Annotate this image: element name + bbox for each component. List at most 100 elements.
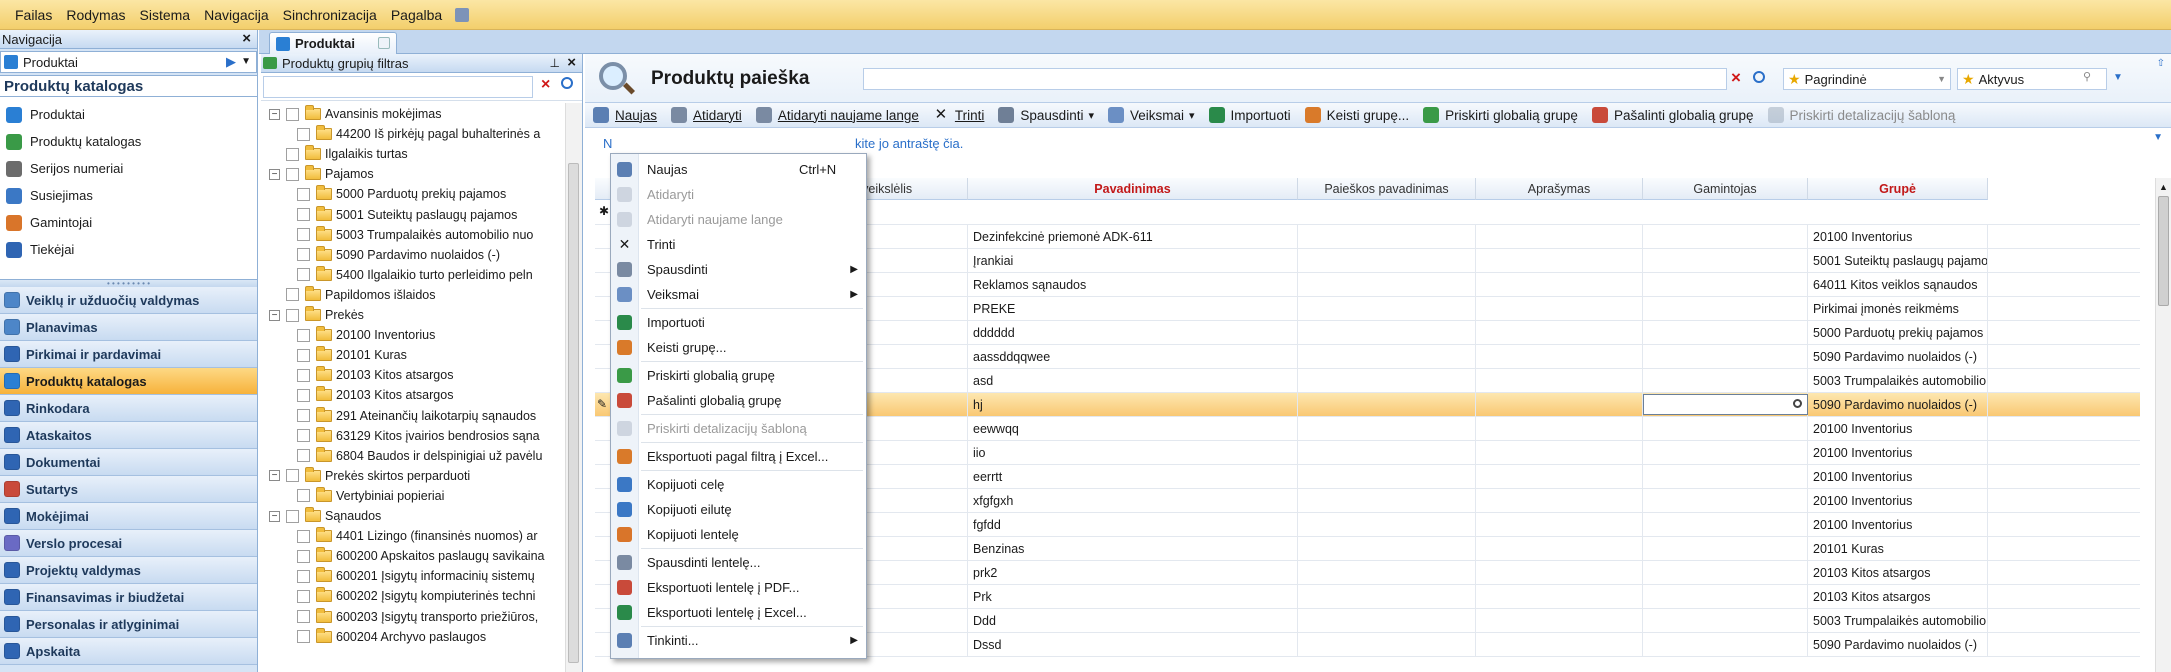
table-cell[interactable] [1298, 321, 1476, 345]
section-personalas-ir-atlyginimai[interactable]: Personalas ir atlyginimai [0, 611, 257, 638]
tree-node[interactable]: 5400 Ilgalaikio turto perleidimo peln [297, 265, 533, 285]
go-arrow-icon[interactable]: ▶ [226, 54, 236, 70]
mode-select[interactable]: ★ Pagrindinė ▼ [1783, 68, 1951, 90]
tree-checkbox[interactable] [297, 187, 310, 201]
context-menu-eksportuoti-lentele-i-pdf[interactable]: Eksportuoti lentelę į PDF... [611, 576, 866, 598]
context-menu-importuoti[interactable]: Importuoti [611, 311, 866, 333]
group-cell[interactable]: 5003 Trumpalaikės automobilio nuom [1808, 369, 1988, 393]
section-dokumentai[interactable]: Dokumentai [0, 449, 257, 476]
pin-icon[interactable]: ⊥ [550, 56, 560, 70]
product-search-input[interactable] [863, 68, 1727, 90]
toolbar-atidaryti[interactable]: Atidaryti [671, 107, 742, 123]
table-cell[interactable] [1298, 465, 1476, 489]
column-header-grupe[interactable]: Grupė [1808, 178, 1988, 200]
context-menu-veiksmai[interactable]: Veiksmai ▶ [611, 283, 866, 305]
tree-node[interactable]: − Pajamos [269, 164, 374, 184]
nav-item-produktai[interactable]: Produktai [0, 101, 257, 128]
table-cell[interactable] [1643, 633, 1808, 657]
table-cell[interactable] [1476, 585, 1643, 609]
tree-checkbox[interactable] [297, 348, 310, 362]
group-cell[interactable]: Pirkimai įmonės reikmėms [1808, 297, 1988, 321]
context-menu-kopijuoti-cele[interactable]: Kopijuoti celę [611, 473, 866, 495]
table-cell[interactable] [1476, 609, 1643, 633]
table-cell[interactable] [1298, 273, 1476, 297]
toolbar-veiksmai[interactable]: Veiksmai ▾ [1107, 107, 1195, 123]
table-cell[interactable] [1643, 369, 1808, 393]
group-cell[interactable]: 5090 Pardavimo nuolaidos (-) [1808, 633, 1988, 657]
group-cell[interactable]: 20100 Inventorius [1808, 513, 1988, 537]
group-cell[interactable]: 20103 Kitos atsargos [1808, 561, 1988, 585]
tree-node[interactable]: 6804 Baudos ir delspinigiai už pavėlu [297, 446, 542, 466]
nav-item-produktu-katalogas[interactable]: Produktų katalogas [0, 128, 257, 155]
column-header-pavadinimas[interactable]: Pavadinimas [968, 178, 1298, 200]
table-cell[interactable] [1298, 225, 1476, 249]
table-cell[interactable] [1476, 633, 1643, 657]
close-tab-icon[interactable] [378, 37, 390, 49]
table-cell[interactable] [1298, 369, 1476, 393]
tree-node[interactable]: 600204 Archyvo paslaugos [297, 627, 486, 647]
tree-checkbox[interactable] [297, 569, 310, 583]
tools-icon[interactable] [455, 7, 470, 22]
name-cell[interactable]: Benzinas [968, 537, 1298, 561]
collapse-icon[interactable]: − [269, 470, 280, 482]
tree-checkbox[interactable] [286, 509, 299, 523]
tree-node[interactable]: 600201 Įsigytų informacinių sistemų [297, 566, 535, 586]
clear-search-icon[interactable]: × [1731, 68, 1741, 88]
toolbar-priskirti-detalizaciju-sablona[interactable]: Priskirti detalizacijų šabloną [1767, 107, 1955, 123]
nav-item-tiekejai[interactable]: Tiekėjai [0, 236, 257, 263]
section-ataskaitos[interactable]: Ataskaitos [0, 422, 257, 449]
tree-node[interactable]: 4401 Lizingo (finansinės nuomos) ar [297, 526, 538, 546]
group-cell[interactable]: 20100 Inventorius [1808, 489, 1988, 513]
table-cell[interactable] [1476, 513, 1643, 537]
name-cell[interactable]: Įrankiai [968, 249, 1298, 273]
tree-node[interactable]: 600200 Apskaitos paslaugų savikaina [297, 546, 544, 566]
tree-node[interactable]: 5090 Pardavimo nuolaidos (-) [297, 245, 500, 265]
tree-checkbox[interactable] [297, 429, 310, 443]
tree-scrollbar[interactable] [565, 103, 582, 672]
table-cell[interactable] [1643, 513, 1808, 537]
nav-item-gamintojai[interactable]: Gamintojai [0, 209, 257, 236]
context-menu-spausdinti-lentele[interactable]: Spausdinti lentelę... [611, 551, 866, 573]
table-cell[interactable] [1476, 441, 1643, 465]
table-cell[interactable] [1476, 321, 1643, 345]
group-cell[interactable]: 20100 Inventorius [1808, 465, 1988, 489]
name-cell[interactable]: PREKE [968, 297, 1298, 321]
table-cell[interactable] [1643, 417, 1808, 441]
expand-icon[interactable]: ⇧ [2157, 58, 2165, 69]
name-cell[interactable]: eerrtt [968, 465, 1298, 489]
tree-node[interactable]: − Avansinis mokėjimas [269, 104, 441, 124]
context-menu-kopijuoti-eilute[interactable]: Kopijuoti eilutę [611, 498, 866, 520]
table-cell[interactable] [1476, 489, 1643, 513]
group-cell[interactable]: 20100 Inventorius [1808, 225, 1988, 249]
section-pirkimai-ir-pardavimai[interactable]: Pirkimai ir pardavimai [0, 341, 257, 368]
table-cell[interactable] [1476, 297, 1643, 321]
tree-node[interactable]: 63129 Kitos įvairios bendrosios sąna [297, 426, 540, 446]
group-cell[interactable]: 5000 Parduotų prekių pajamos [1808, 321, 1988, 345]
table-cell[interactable] [1643, 273, 1808, 297]
section-projektu-valdymas[interactable]: Projektų valdymas [0, 557, 257, 584]
tree-checkbox[interactable] [297, 208, 310, 221]
tree-node[interactable]: 20103 Kitos atsargos [297, 385, 453, 405]
toolbar-atidaryti-naujame-lange[interactable]: Atidaryti naujame lange [755, 107, 919, 123]
nav-item-susiejimas[interactable]: Susiejimas [0, 182, 257, 209]
toolbar-priskirti-globalia-grupe[interactable]: Priskirti globalią grupę [1423, 107, 1578, 123]
tree-checkbox[interactable] [286, 308, 299, 322]
collapse-icon[interactable]: − [269, 108, 280, 120]
tree-node[interactable]: 600202 Įsigytų kompiuterinės techni [297, 586, 535, 606]
group-filter-search-input[interactable] [263, 76, 533, 98]
clear-icon[interactable]: × [541, 76, 550, 94]
table-cell[interactable] [1298, 585, 1476, 609]
context-menu-spausdinti[interactable]: Spausdinti ▶ [611, 258, 866, 280]
collapse-icon[interactable]: − [269, 168, 280, 180]
section-mokejimai[interactable]: Mokėjimai [0, 503, 257, 530]
group-cell[interactable]: 20100 Inventorius [1808, 441, 1988, 465]
name-cell[interactable]: aassddqqwee [968, 345, 1298, 369]
chevron-down-icon[interactable]: ▼ [2153, 132, 2163, 143]
table-cell[interactable] [1476, 249, 1643, 273]
tree-checkbox[interactable] [297, 589, 310, 603]
tree-checkbox[interactable] [286, 469, 299, 483]
tree-node[interactable]: − Prekės skirtos perparduoti [269, 466, 470, 486]
table-cell[interactable] [1476, 393, 1643, 417]
name-cell[interactable]: prk2 [968, 561, 1298, 585]
navigation-combo[interactable]: Produktai ▶ ▼ [0, 51, 257, 73]
